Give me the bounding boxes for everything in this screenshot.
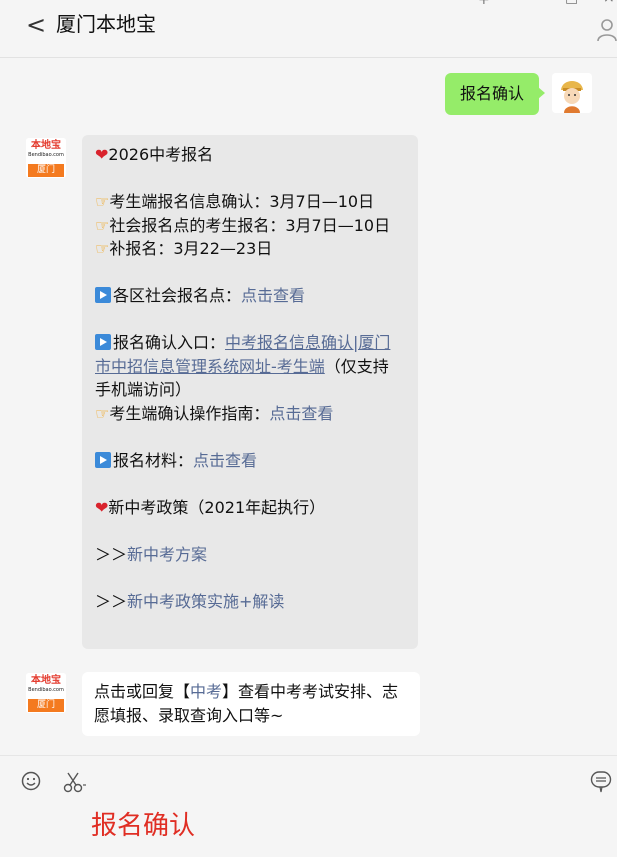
reply-text: ＞＞ bbox=[95, 591, 128, 611]
reply-line: ☞考生端报名信息确认：3月7日—10日 bbox=[95, 190, 404, 214]
reply-line: ☞考生端确认操作指南：点击查看 bbox=[95, 402, 404, 426]
heart-icon: ❤ bbox=[95, 145, 109, 164]
view-link[interactable]: 点击查看 bbox=[241, 286, 305, 305]
heart-icon: ❤ bbox=[95, 497, 109, 517]
logo-city: 厦门 bbox=[28, 699, 64, 712]
reply-text: 补报名：3月22—23日 bbox=[109, 239, 273, 258]
page-title: 厦门本地宝 bbox=[56, 12, 156, 36]
back-arrow-icon[interactable]: < bbox=[26, 13, 46, 37]
logo-mark: 本地宝 Bendibao.com bbox=[26, 673, 66, 695]
reply-line: 各区社会报名点：点击查看 bbox=[95, 284, 404, 308]
input-field-text[interactable]: 报名确认 bbox=[91, 809, 195, 843]
reply-text: 考生端报名信息确认：3月7日—10日 bbox=[109, 192, 375, 211]
view-link[interactable]: 点击查看 bbox=[269, 404, 333, 423]
square-icon[interactable]: □ bbox=[565, 0, 578, 6]
view-link[interactable]: 点击查看 bbox=[193, 451, 257, 470]
reply-text: 各区社会报名点： bbox=[113, 286, 242, 305]
tip-text: 点击或回复【 bbox=[94, 682, 191, 701]
reply-line: ＞＞新中考政策实施+解读 bbox=[95, 590, 404, 614]
user-icon[interactable] bbox=[596, 18, 617, 42]
header-bar: < 厦门本地宝 + □ × bbox=[0, 0, 617, 58]
play-icon bbox=[95, 451, 111, 468]
emoji-icon[interactable] bbox=[21, 771, 41, 791]
reply-text: 社会报名点的考生报名：3月7日—10日 bbox=[109, 215, 391, 235]
reply-line: ＞＞新中考方案 bbox=[95, 543, 404, 567]
official-account-avatar[interactable]: 本地宝 Bendibao.com 厦门 bbox=[26, 138, 66, 178]
pointing-hand-icon: ☞ bbox=[95, 215, 110, 235]
reply-line: ❤2026中考报名 bbox=[95, 143, 404, 167]
reply-text: ＞＞ bbox=[95, 544, 128, 564]
reply-text: 2026中考报名 bbox=[108, 145, 214, 164]
play-icon bbox=[95, 334, 111, 350]
pointing-hand-icon: ☞ bbox=[95, 192, 110, 211]
pointing-hand-icon: ☞ bbox=[95, 239, 110, 258]
cartoon-avatar-icon bbox=[552, 73, 592, 113]
tip-bubble: 点击或回复【中考】查看中考考试安排、志愿填报、录取查询入口等~ bbox=[82, 672, 420, 736]
pointing-hand-icon: ☞ bbox=[95, 403, 110, 423]
reply-line: ☞补报名：3月22—23日 bbox=[95, 237, 404, 261]
view-link[interactable]: 新中考政策实施+解读 bbox=[127, 592, 284, 611]
tip-keyword-link[interactable]: 中考 bbox=[190, 682, 222, 701]
reply-line: ☞社会报名点的考生报名：3月7日—10日 bbox=[95, 214, 404, 238]
reply-text: 报名材料： bbox=[113, 450, 194, 470]
outgoing-bubble[interactable]: 报名确认 bbox=[445, 73, 545, 115]
chat-menu-icon[interactable] bbox=[590, 770, 612, 794]
user-avatar[interactable] bbox=[552, 73, 592, 113]
play-icon bbox=[95, 287, 111, 303]
scissor-icon[interactable] bbox=[62, 770, 88, 794]
reply-text: 新中考政策（2021年起执行） bbox=[108, 497, 326, 517]
reply-line: ❤新中考政策（2021年起执行） bbox=[95, 496, 404, 520]
close-icon[interactable]: × bbox=[603, 0, 615, 6]
reply-bubble: ❤2026中考报名 ☞考生端报名信息确认：3月7日—10日 ☞社会报名点的考生报名：… bbox=[82, 135, 418, 649]
reply-line: 报名材料：点击查看 bbox=[95, 449, 404, 473]
plus-icon[interactable]: + bbox=[478, 0, 490, 8]
input-bar: 报名确认 bbox=[0, 755, 617, 857]
official-account-avatar[interactable]: 本地宝 Bendibao.com 厦门 bbox=[26, 673, 66, 713]
logo-mark: 本地宝 Bendibao.com bbox=[26, 138, 66, 160]
reply-line: 报名确认入口：中考报名信息确认|厦门市中招信息管理系统网址-考生端（仅支持手机端… bbox=[95, 331, 404, 402]
reply-text: 考生端确认操作指南： bbox=[109, 403, 270, 423]
logo-city: 厦门 bbox=[28, 164, 64, 177]
view-link[interactable]: 新中考方案 bbox=[127, 545, 207, 564]
reply-text: 报名确认入口： bbox=[113, 333, 226, 352]
